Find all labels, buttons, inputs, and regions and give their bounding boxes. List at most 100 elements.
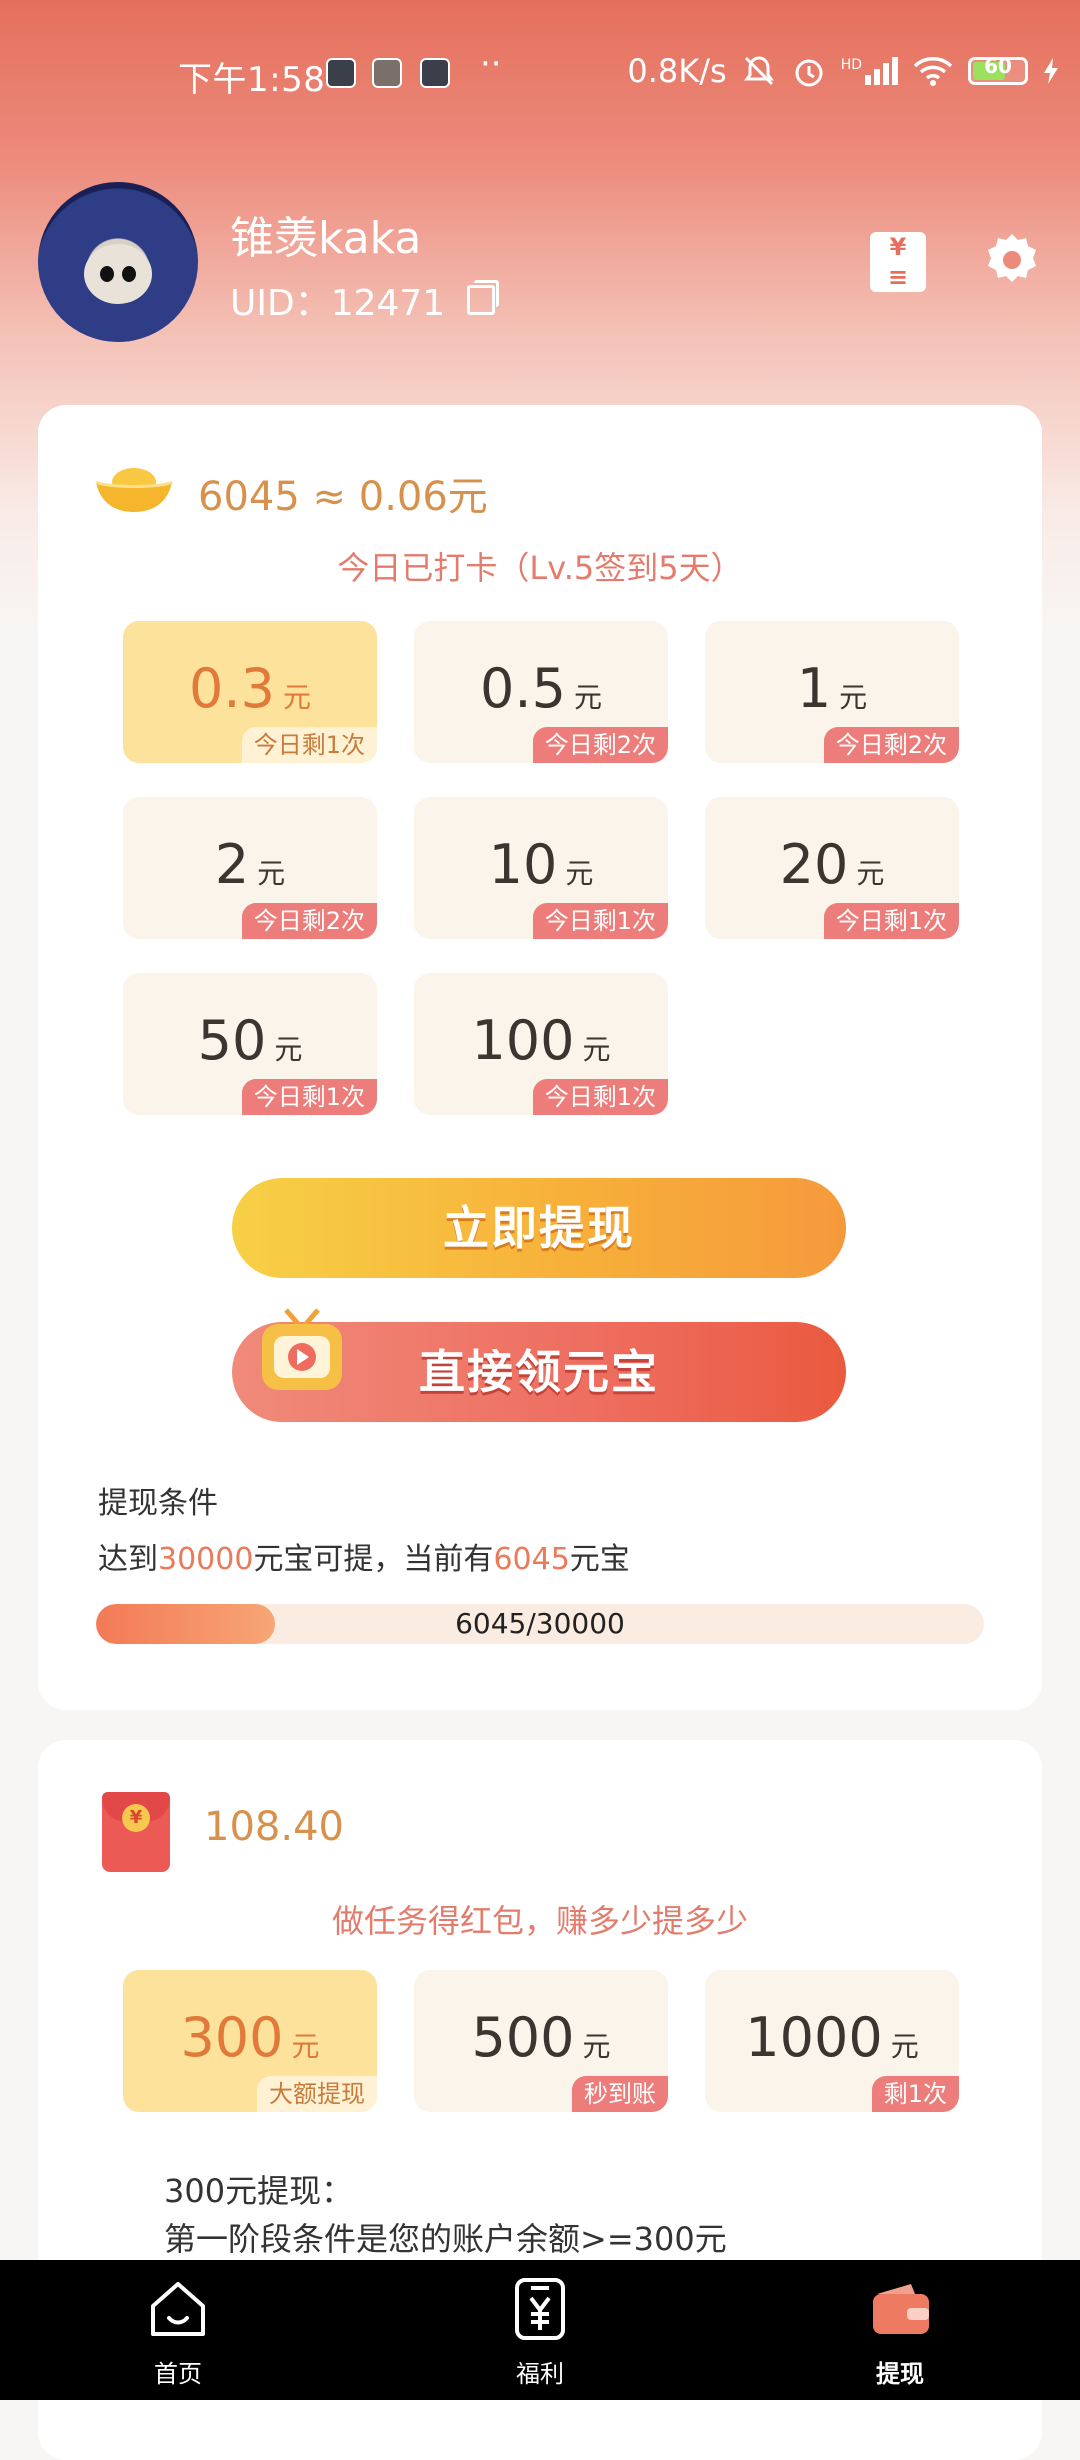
option-remaining-badge: 剩1次 <box>871 2076 959 2112</box>
option-amount-number: 0.3 <box>189 657 275 720</box>
withdraw-option-50[interactable]: 50 元今日剩1次 <box>123 973 377 1115</box>
option-amount: 10 元 <box>414 833 668 896</box>
net-speed: 0.8K/s <box>627 52 727 90</box>
withdraw-desc-title: 300元提现： <box>164 2172 354 2210</box>
condition-text: 达到30000元宝可提，当前有6045元宝 <box>98 1534 630 1578</box>
option-amount: 2元 <box>123 833 377 896</box>
signal-icon: HD <box>841 57 898 85</box>
wifi-icon <box>913 57 953 86</box>
option-amount-unit: 元 <box>856 857 885 890</box>
red-packet-option-300[interactable]: 300 元大额提现 <box>123 1970 377 2112</box>
condition-text-pre: 达到 <box>98 1542 158 1577</box>
nav-welfare-label: 福利 <box>516 2360 564 2388</box>
option-amount-unit: 元 <box>582 1033 611 1066</box>
option-amount-number: 0.5 <box>480 657 566 720</box>
option-amount-unit: 元 <box>282 681 311 714</box>
nav-home[interactable]: 首页 <box>78 2276 278 2389</box>
option-amount: 20 元 <box>705 833 959 896</box>
battery-level: 60 <box>984 54 1012 78</box>
withdraw-option-0.5[interactable]: 0.5 元今日剩2次 <box>414 621 668 763</box>
copy-icon[interactable] <box>467 280 500 315</box>
option-remaining-badge: 今日剩1次 <box>241 727 377 763</box>
get-ingots-button[interactable]: 直接领元宝 <box>232 1308 846 1422</box>
notification-icon <box>372 58 402 88</box>
nav-welfare[interactable]: 福利 <box>440 2276 640 2389</box>
option-amount-number: 20 <box>779 833 849 896</box>
red-packet-balance: 108.40 <box>204 1804 344 1850</box>
withdraw-option-0.3[interactable]: 0.3 元今日剩1次 <box>123 621 377 763</box>
option-amount: 1000 元 <box>705 2006 959 2069</box>
wallet-icon <box>873 2284 929 2334</box>
bottom-nav: 首页 福利 提现 <box>0 2260 1080 2400</box>
condition-target: 30000 <box>158 1542 254 1577</box>
home-icon <box>151 2282 205 2336</box>
condition-text-post: 元宝 <box>569 1542 630 1577</box>
withdraw-option-100[interactable]: 100 元今日剩1次 <box>414 973 668 1115</box>
uid-row: UID：12471 <box>230 274 500 326</box>
nav-withdraw[interactable]: 提现 <box>800 2276 1000 2389</box>
red-packet-option-500[interactable]: 500 元秒到账 <box>414 1970 668 2112</box>
red-packet-option-1000[interactable]: 1000 元剩1次 <box>705 1970 959 2112</box>
option-amount-number: 50 <box>197 1009 267 1072</box>
option-amount: 1元 <box>705 657 959 720</box>
option-amount-unit: 元 <box>257 857 286 890</box>
withdraw-option-10[interactable]: 10 元今日剩1次 <box>414 797 668 939</box>
gold-ingot-icon <box>95 468 173 512</box>
option-remaining-badge: 今日剩1次 <box>823 903 959 939</box>
mute-icon <box>743 56 774 86</box>
red-packet-subtitle: 做任务得红包，赚多少提多少 <box>331 1902 748 1940</box>
option-remaining-badge: 今日剩1次 <box>532 1079 668 1115</box>
progress-label: 6045/30000 <box>455 1607 625 1640</box>
option-amount-number: 1 <box>796 657 832 720</box>
more-notifications-icon: ·· <box>480 44 502 84</box>
option-amount-number: 10 <box>488 833 558 896</box>
status-bar: 下午1:58 ·· 0.8K/s HD 60 <box>0 40 1080 110</box>
option-amount-unit: 元 <box>890 2030 919 2063</box>
bill-icon[interactable]: ¥ ≡ <box>870 232 926 292</box>
option-amount: 0.3 元 <box>123 657 377 720</box>
option-amount-unit: 元 <box>573 681 602 714</box>
option-amount: 500 元 <box>414 2006 668 2069</box>
alarm-icon <box>795 59 823 87</box>
option-amount-unit: 元 <box>839 681 868 714</box>
signal-hd-label: HD <box>840 57 862 73</box>
status-time: 下午1:58 <box>178 60 326 100</box>
option-remaining-badge: 今日剩1次 <box>532 903 668 939</box>
option-amount-unit: 元 <box>291 2030 320 2063</box>
option-amount-number: 1000 <box>745 2006 883 2069</box>
status-right: 0.8K/s HD 60 <box>627 52 1060 90</box>
username: 锥羡kaka <box>230 213 422 264</box>
withdraw-option-2[interactable]: 2 元今日剩2次 <box>123 797 377 939</box>
gear-icon[interactable] <box>982 230 1042 290</box>
notification-icon <box>326 58 356 88</box>
ingot-balance: 6045 ≈ 0.06元 <box>198 474 488 520</box>
option-amount-number: 100 <box>471 1009 575 1072</box>
avatar[interactable] <box>38 182 198 342</box>
uid-text: UID：12471 <box>230 283 446 324</box>
option-remaining-badge: 今日剩2次 <box>823 727 959 763</box>
option-amount-unit: 元 <box>565 857 594 890</box>
option-remaining-badge: 秒到账 <box>572 2076 668 2112</box>
red-packet-icon: ¥ <box>102 1792 170 1872</box>
battery-icon: 60 <box>968 54 1028 85</box>
option-amount-unit: 元 <box>274 1033 303 1066</box>
notification-icon <box>420 58 450 88</box>
option-amount-unit: 元 <box>582 2030 611 2063</box>
condition-text-mid: 元宝可提，当前有 <box>253 1542 494 1577</box>
option-amount-number: 500 <box>471 2006 575 2069</box>
option-remaining-badge: 今日剩2次 <box>532 727 668 763</box>
option-amount: 100 元 <box>414 1009 668 1072</box>
option-amount-number: 300 <box>180 2006 284 2069</box>
withdraw-desc-line: 第一阶段条件是您的账户余额>=300元 <box>164 2220 727 2258</box>
condition-title: 提现条件 <box>98 1486 218 1521</box>
withdraw-option-20[interactable]: 20 元今日剩1次 <box>705 797 959 939</box>
option-remaining-badge: 今日剩2次 <box>241 903 377 939</box>
option-amount: 50 元 <box>123 1009 377 1072</box>
option-remaining-badge: 今日剩1次 <box>241 1079 377 1115</box>
checkin-status: 今日已打卡（Lv.5签到5天） <box>337 549 743 587</box>
withdraw-option-1[interactable]: 1 元今日剩2次 <box>705 621 959 763</box>
withdraw-now-button[interactable]: 立即提现 <box>232 1178 846 1278</box>
nav-home-label: 首页 <box>154 2360 202 2388</box>
option-amount: 0.5 元 <box>414 657 668 720</box>
option-remaining-badge: 大额提现 <box>257 2076 377 2112</box>
